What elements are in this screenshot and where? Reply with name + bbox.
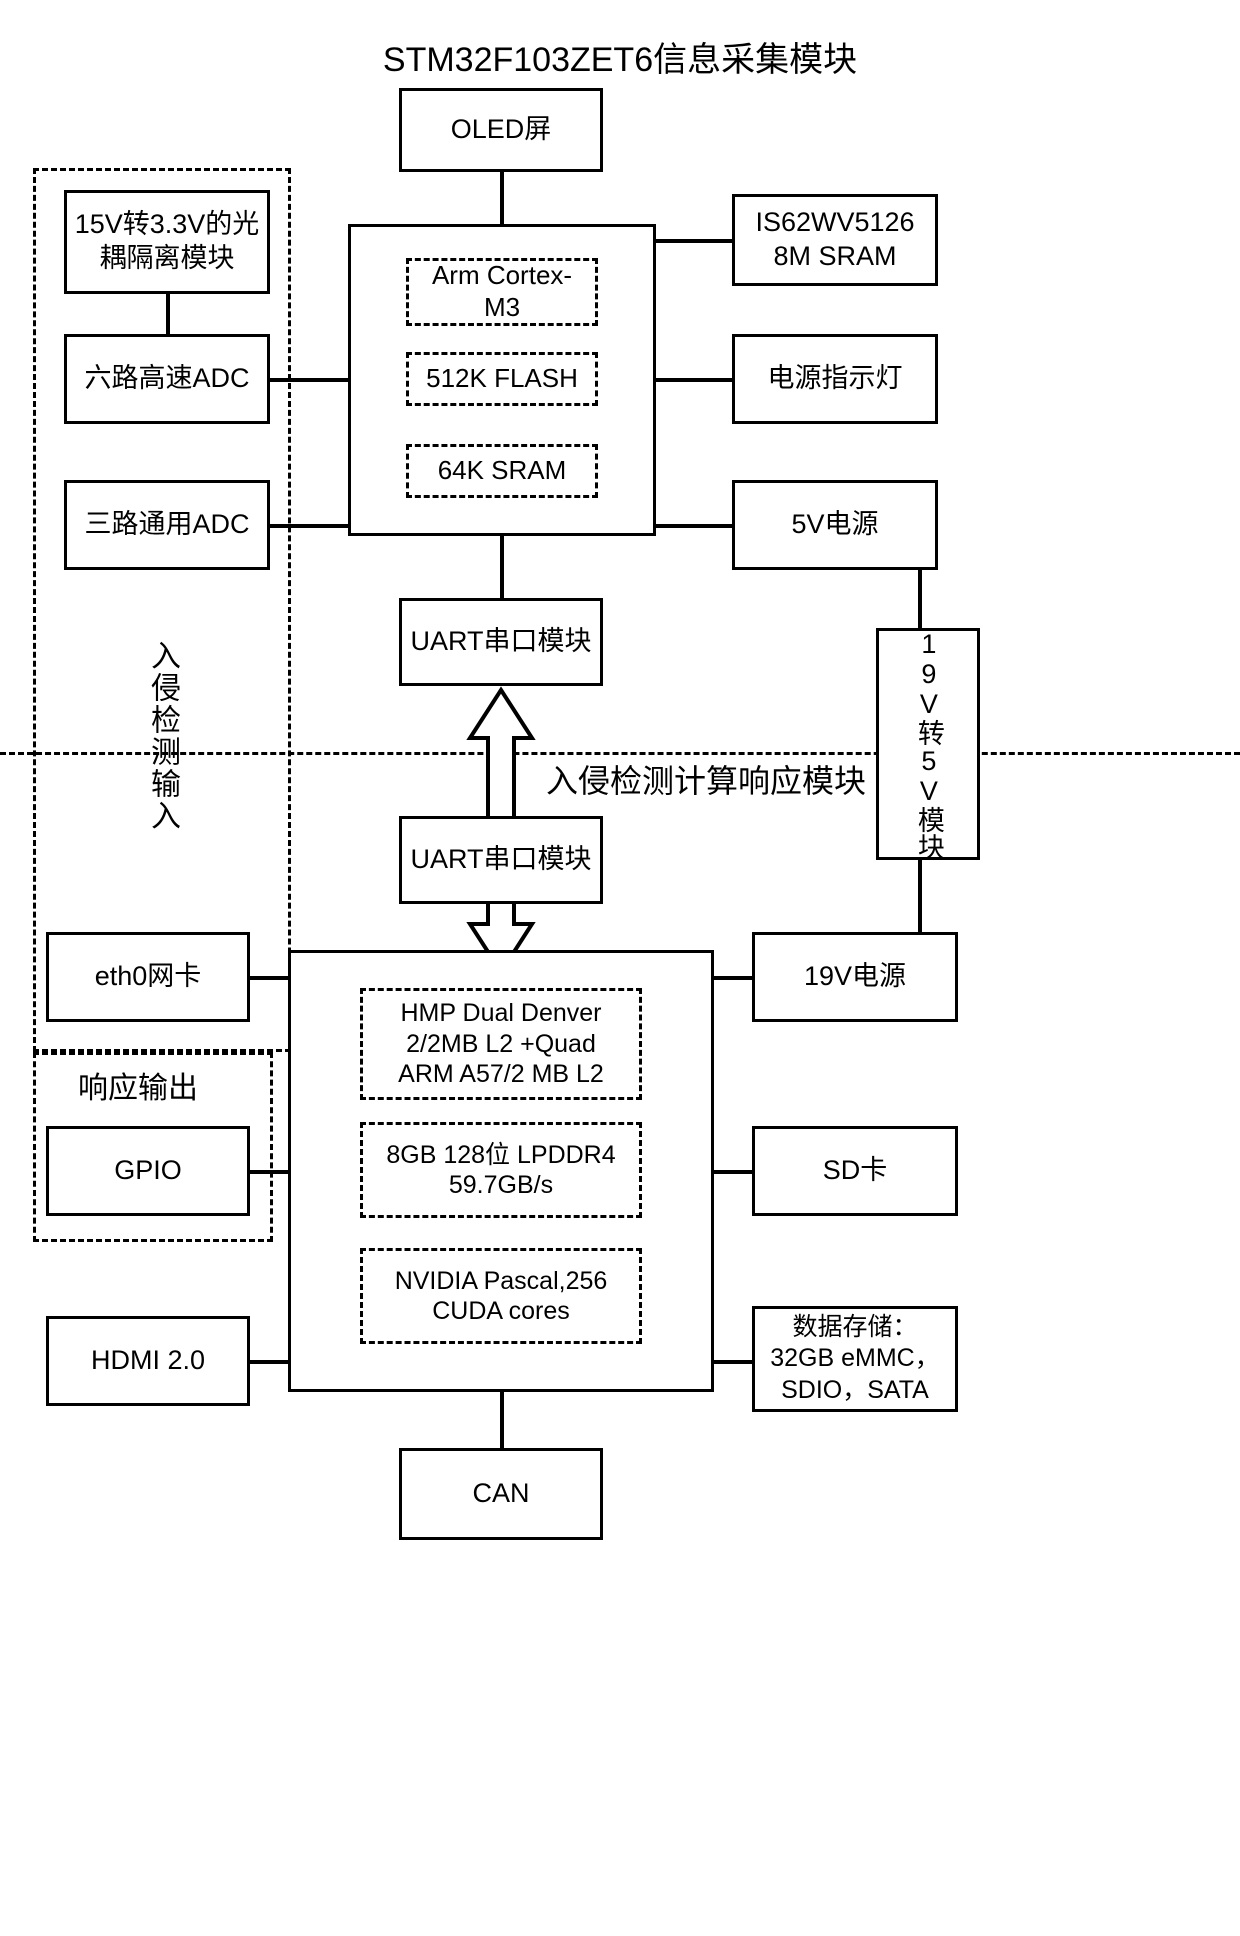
- block-power-5v[interactable]: 5V电源: [732, 480, 938, 570]
- connector-opto-adc: [166, 292, 170, 336]
- block-eth0-nic[interactable]: eth0网卡: [46, 932, 250, 1022]
- block-power-19v[interactable]: 19V电源: [752, 932, 958, 1022]
- connector-gpio-soc: [250, 1170, 290, 1174]
- block-gpio[interactable]: GPIO: [46, 1126, 250, 1216]
- block-19v-to-5v-converter[interactable]: 19V转5V模块: [876, 628, 980, 860]
- block-power-indicator-led[interactable]: 电源指示灯: [732, 334, 938, 424]
- block-uart-top[interactable]: UART串口模块: [399, 598, 603, 686]
- connector-5v-conv: [918, 570, 922, 628]
- block-adc-general[interactable]: 三路通用ADC: [64, 480, 270, 570]
- soc-internal-gpu: NVIDIA Pascal,256 CUDA cores: [360, 1248, 642, 1344]
- mcu-internal-cortex-m3: Arm Cortex- M3: [406, 258, 598, 326]
- connector-adcfast-mcu: [270, 378, 350, 382]
- soc-internal-1-line2: 59.7GB/s: [448, 1171, 554, 1199]
- block-uart-top-label: UART串口模块: [410, 626, 592, 657]
- connector-hdmi-soc: [250, 1360, 290, 1364]
- block-power-5v-label: 5V电源: [791, 509, 879, 540]
- mcu-internal-0-line1: Arm Cortex-: [431, 260, 573, 291]
- storage-line-3: SDIO，SATA: [781, 1375, 929, 1404]
- connector-soc-sd: [712, 1170, 752, 1174]
- section-divider: [0, 752, 1240, 755]
- block-external-sram[interactable]: IS62WV5126 8M SRAM: [732, 194, 938, 286]
- connector-soc-storage: [712, 1360, 752, 1364]
- block-oled-label: OLED屏: [450, 114, 552, 145]
- mcu-internal-sram: 64K SRAM: [406, 444, 598, 498]
- block-data-storage[interactable]: 数据存储： 32GB eMMC， SDIO，SATA: [752, 1306, 958, 1412]
- block-can[interactable]: CAN: [399, 1448, 603, 1540]
- connector-mcu-5v: [654, 524, 732, 528]
- storage-line-2: 32GB eMMC，: [770, 1344, 940, 1373]
- block-adc-general-label: 三路通用ADC: [84, 509, 250, 540]
- block-hdmi-label: HDMI 2.0: [90, 1345, 206, 1376]
- connector-soc-19v: [712, 976, 752, 980]
- soc-internal-0-line2: 2/2MB L2 +Quad: [406, 1029, 596, 1058]
- block-uart-bottom[interactable]: UART串口模块: [399, 816, 603, 904]
- soc-internal-memory: 8GB 128位 LPDDR4 59.7GB/s: [360, 1122, 642, 1218]
- region-intrusion-input: [33, 168, 291, 1052]
- connector-adcgen-mcu: [270, 524, 350, 528]
- soc-internal-2-text: NVIDIA Pascal,256 CUDA cores: [395, 1266, 608, 1327]
- center-module-label: 入侵检测计算响应模块: [546, 763, 867, 799]
- region-label-intrusion-input: 入侵检测输入: [146, 640, 179, 832]
- connector-mcu-uarttop: [500, 536, 504, 598]
- block-external-sram-label: IS62WV5126 8M SRAM: [749, 204, 920, 276]
- block-opto-isolation[interactable]: 15V转3.3V的光 耦隔离模块: [64, 190, 270, 294]
- opto-line-1: 15V转3.3V的光: [74, 209, 260, 240]
- block-opto-isolation-label: 15V转3.3V的光 耦隔离模块: [69, 206, 266, 278]
- connector-soc-can: [500, 1392, 504, 1448]
- soc-internal-cpu: HMP Dual Denver 2/2MB L2 +Quad ARM A57/2…: [360, 988, 642, 1100]
- block-can-label: CAN: [472, 1478, 530, 1509]
- soc-internal-1-text: 8GB 128位 LPDDR4 59.7GB/s: [386, 1140, 615, 1201]
- page-title: STM32F103ZET6信息采集模块: [382, 41, 858, 79]
- block-eth0-nic-label: eth0网卡: [94, 961, 202, 992]
- block-adc-highspeed-label: 六路高速ADC: [84, 363, 250, 394]
- block-sd-card[interactable]: SD卡: [752, 1126, 958, 1216]
- connector-conv-19v: [918, 860, 922, 938]
- sram-line-1: IS62WV5126: [755, 207, 915, 238]
- connector-mcu-sram: [654, 239, 732, 243]
- soc-internal-0-text: HMP Dual Denver 2/2MB L2 +Quad ARM A57/2…: [398, 998, 604, 1090]
- mcu-internal-0-text: Arm Cortex- M3: [432, 260, 572, 323]
- soc-internal-1-line1: 8GB 128位 LPDDR4: [386, 1140, 616, 1169]
- sram-line-2: 8M SRAM: [773, 241, 897, 271]
- connector-eth0-soc: [250, 976, 290, 980]
- block-19v-to-5v-converter-label: 19V转5V模块: [913, 628, 944, 860]
- mcu-internal-flash: 512K FLASH: [406, 352, 598, 406]
- soc-internal-0-line3: ARM A57/2 MB L2: [398, 1060, 604, 1089]
- block-oled[interactable]: OLED屏: [399, 88, 603, 172]
- region-label-response-output: 响应输出: [78, 1072, 198, 1105]
- block-uart-bottom-label: UART串口模块: [410, 844, 592, 875]
- soc-internal-2-line2: CUDA cores: [432, 1297, 570, 1325]
- block-power-indicator-led-label: 电源指示灯: [767, 363, 903, 394]
- soc-internal-0-line1: HMP Dual Denver: [400, 999, 602, 1028]
- block-data-storage-label: 数据存储： 32GB eMMC， SDIO，SATA: [764, 1310, 945, 1408]
- connector-mcu-powerled: [654, 378, 732, 382]
- block-power-19v-label: 19V电源: [803, 961, 907, 992]
- storage-line-1: 数据存储：: [792, 1313, 918, 1342]
- opto-line-2: 耦隔离模块: [99, 243, 235, 273]
- block-adc-highspeed[interactable]: 六路高速ADC: [64, 334, 270, 424]
- block-diagram-canvas: STM32F103ZET6信息采集模块 入侵检测输入 响应输出 入侵检测计算响应…: [0, 0, 1240, 1936]
- block-hdmi[interactable]: HDMI 2.0: [46, 1316, 250, 1406]
- block-sd-card-label: SD卡: [822, 1155, 888, 1186]
- mcu-internal-2-line1: 64K SRAM: [437, 455, 567, 486]
- connector-oled-mcu: [500, 170, 504, 226]
- soc-internal-2-line1: NVIDIA Pascal,256: [394, 1266, 608, 1295]
- block-gpio-label: GPIO: [114, 1155, 182, 1186]
- mcu-internal-0-line2: M3: [483, 292, 521, 322]
- mcu-internal-1-line1: 512K FLASH: [426, 363, 578, 394]
